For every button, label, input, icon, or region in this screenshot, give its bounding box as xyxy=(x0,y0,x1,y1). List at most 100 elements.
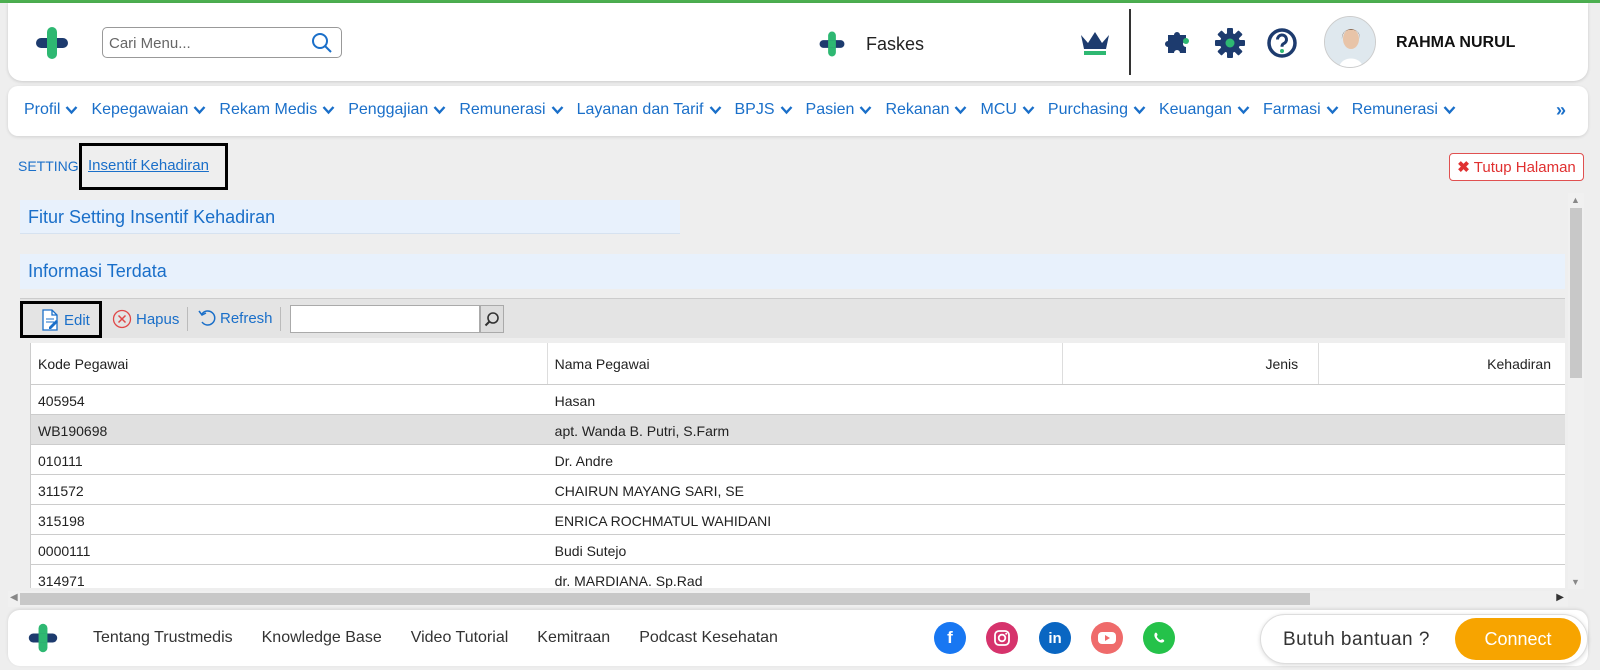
menu-item-label: Penggajian xyxy=(348,101,429,118)
column-header-jenis[interactable]: Jenis xyxy=(1063,343,1320,384)
close-page-label: Tutup Halaman xyxy=(1473,158,1576,176)
menu-item[interactable]: Rekam Medis xyxy=(219,101,335,119)
youtube-icon[interactable] xyxy=(1091,622,1123,654)
menu-item[interactable]: MCU xyxy=(980,101,1035,119)
table-row[interactable]: 314971 dr. MARDIANA. Sp.Rad xyxy=(31,565,1565,588)
delete-button[interactable]: Hapus xyxy=(112,309,179,329)
avatar[interactable] xyxy=(1324,16,1376,68)
scroll-up-arrow[interactable]: ▲ xyxy=(1571,195,1580,205)
cell-jenis xyxy=(1063,535,1319,564)
help-icon[interactable] xyxy=(1266,27,1298,59)
menu-item[interactable]: Layanan dan Tarif xyxy=(577,101,722,119)
user-name[interactable]: RAHMA NURUL xyxy=(1396,34,1515,52)
refresh-icon xyxy=(198,310,216,326)
cell-kode-pegawai: 314971 xyxy=(38,573,85,588)
refresh-button[interactable]: Refresh xyxy=(198,309,273,327)
main-menu-bar: Profil Kepegawaian Rekam Medis Penggajian Re… xyxy=(8,86,1588,136)
table-row[interactable]: 010111 Dr. Andre xyxy=(31,445,1565,475)
column-header-kode[interactable]: Kode Pegawai xyxy=(31,343,548,384)
menu-item[interactable]: Rekanan xyxy=(885,101,967,119)
footer-link[interactable]: Video Tutorial xyxy=(411,629,509,647)
chevron-down-icon xyxy=(322,106,335,115)
breadcrumb-active[interactable]: Insentif Kehadiran xyxy=(88,157,209,174)
cell-kehadiran xyxy=(1319,565,1565,588)
refresh-label: Refresh xyxy=(220,309,273,327)
breadcrumb-root[interactable]: SETTING xyxy=(18,158,79,174)
cell-jenis xyxy=(1063,415,1319,444)
close-page-button[interactable]: ✖ Tutup Halaman xyxy=(1449,153,1584,181)
edit-button[interactable]: Edit xyxy=(40,309,90,331)
delete-label: Hapus xyxy=(136,310,180,328)
help-question: Butuh bantuan ? xyxy=(1283,629,1430,650)
horizontal-scroll-thumb[interactable] xyxy=(20,593,1310,605)
cell-kode-pegawai: 010111 xyxy=(38,453,83,469)
vertical-scroll-thumb[interactable] xyxy=(1570,208,1582,378)
menu-item[interactable]: Profil xyxy=(24,101,78,119)
menu-item[interactable]: Keuangan xyxy=(1159,101,1250,119)
table-row[interactable]: 315198 ENRICA ROCHMATUL WAHIDANI xyxy=(31,505,1565,535)
menu-item-label: Profil xyxy=(24,101,61,118)
footer-link[interactable]: Tentang Trustmedis xyxy=(93,629,233,647)
chevron-down-icon xyxy=(66,106,78,115)
facility-label: Faskes xyxy=(818,29,924,59)
edit-document-icon xyxy=(42,309,58,331)
cell-jenis xyxy=(1063,565,1319,588)
connect-button[interactable]: Connect xyxy=(1455,618,1581,660)
menu-search[interactable] xyxy=(102,27,342,58)
grid-search-button[interactable] xyxy=(480,305,504,333)
facebook-icon[interactable]: f xyxy=(934,622,966,654)
grid-toolbar: Edit Hapus Refresh xyxy=(20,298,1565,338)
crown-icon[interactable] xyxy=(1078,29,1112,57)
cell-jenis xyxy=(1063,445,1319,474)
scroll-right-arrow[interactable]: ▶ xyxy=(1556,592,1564,603)
footer-link[interactable]: Knowledge Base xyxy=(262,629,382,647)
menu-item[interactable]: Remunerasi xyxy=(1352,101,1456,119)
instagram-icon[interactable] xyxy=(986,622,1018,654)
logo-icon[interactable] xyxy=(34,25,70,61)
cell-kehadiran xyxy=(1319,385,1565,414)
chevron-down-icon xyxy=(433,106,446,115)
setting-panel-header[interactable]: Fitur Setting Insentif Kehadiran xyxy=(20,200,680,234)
cell-nama-pegawai: CHAIRUN MAYANG SARI, SE xyxy=(554,483,744,499)
menu-item[interactable]: BPJS xyxy=(735,101,793,119)
table-row[interactable]: 311572 CHAIRUN MAYANG SARI, SE xyxy=(31,475,1565,505)
column-header-nama[interactable]: Nama Pegawai xyxy=(548,343,1064,384)
cell-kehadiran xyxy=(1319,475,1565,504)
footer-logo-icon[interactable] xyxy=(27,622,59,654)
gear-icon[interactable] xyxy=(1214,27,1246,59)
cell-kehadiran xyxy=(1319,445,1565,474)
table-row[interactable]: 405954 Hasan xyxy=(31,385,1565,415)
vertical-scrollbar[interactable]: ▲ ▼ xyxy=(1568,193,1584,589)
cell-kehadiran xyxy=(1319,415,1565,444)
cell-jenis xyxy=(1063,505,1319,534)
table-row[interactable]: 0000111 Budi Sutejo xyxy=(31,535,1565,565)
menu-item[interactable]: Pasien xyxy=(806,101,873,119)
whatsapp-icon[interactable] xyxy=(1143,622,1175,654)
scroll-left-arrow[interactable]: ◀ xyxy=(10,592,18,603)
cell-jenis xyxy=(1063,475,1319,504)
chevron-down-icon xyxy=(709,106,721,115)
puzzle-icon[interactable] xyxy=(1162,27,1194,59)
grid-search-input[interactable] xyxy=(290,305,480,333)
delete-icon xyxy=(112,309,132,329)
search-input[interactable] xyxy=(109,33,299,53)
menu-item[interactable]: Kepegawaian xyxy=(91,101,206,119)
menu-more-button[interactable]: » xyxy=(1556,100,1566,121)
menu-item[interactable]: Purchasing xyxy=(1048,101,1146,119)
horizontal-scrollbar[interactable]: ◀ ▶ xyxy=(8,591,1568,607)
column-header-kehadiran[interactable]: Kehadiran xyxy=(1319,343,1565,384)
cell-nama-pegawai: ENRICA ROCHMATUL WAHIDANI xyxy=(554,513,772,529)
facility-name: Faskes xyxy=(866,33,925,54)
chevron-down-icon xyxy=(1326,106,1339,115)
footer-link[interactable]: Podcast Kesehatan xyxy=(639,629,778,647)
linkedin-icon[interactable]: in xyxy=(1039,622,1071,654)
scroll-down-arrow[interactable]: ▼ xyxy=(1571,577,1580,587)
menu-item[interactable]: Penggajian xyxy=(348,101,446,119)
footer-link[interactable]: Kemitraan xyxy=(537,629,610,647)
menu-item-label: Rekam Medis xyxy=(219,101,318,118)
menu-item[interactable]: Remunerasi xyxy=(459,101,563,119)
menu-item[interactable]: Farmasi xyxy=(1263,101,1339,119)
search-icon[interactable] xyxy=(311,32,333,54)
grid-body: 405954 Hasan WB190698 apt. Wanda B. Putri, … xyxy=(31,385,1565,588)
table-row[interactable]: WB190698 apt. Wanda B. Putri, S.Farm xyxy=(31,415,1565,445)
